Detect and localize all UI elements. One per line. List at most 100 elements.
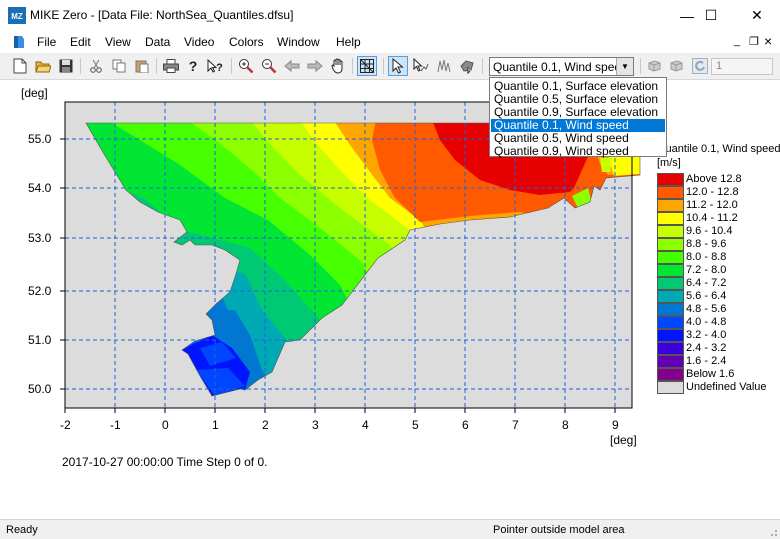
x-tick-label: 3 xyxy=(312,418,319,432)
mesh-toggle-button[interactable] xyxy=(357,56,377,76)
x-tick-label: 0 xyxy=(162,418,169,432)
open-folder-icon xyxy=(35,61,51,73)
legend-entry: 7.2 - 8.0 xyxy=(657,264,777,277)
printer-icon xyxy=(163,59,179,73)
legend-entry: 8.8 - 9.6 xyxy=(657,238,777,251)
point-series-button[interactable] xyxy=(411,56,431,76)
context-help-button[interactable]: ? xyxy=(205,56,225,76)
legend-swatch xyxy=(657,329,684,342)
item-option[interactable]: Quantile 0.9, Wind speed xyxy=(491,145,665,158)
zoom-in-button[interactable] xyxy=(236,56,256,76)
legend-label: 9.6 - 10.4 xyxy=(686,225,733,237)
legend-label: 8.0 - 8.8 xyxy=(686,251,727,263)
arrow-left-icon xyxy=(284,59,300,73)
document-icon xyxy=(14,36,24,48)
pan-hand-icon xyxy=(331,58,343,74)
svg-text:MZ: MZ xyxy=(11,12,23,21)
new-file-button[interactable] xyxy=(10,56,30,76)
x-tick-label: -2 xyxy=(60,418,71,432)
legend-swatch xyxy=(657,238,684,251)
time-step-input[interactable]: 1 xyxy=(711,58,773,75)
legend-label: 1.6 - 2.4 xyxy=(686,355,727,367)
mdi-minimize-button[interactable]: _ xyxy=(734,35,740,47)
legend-swatch xyxy=(657,212,684,225)
cube-back-icon xyxy=(648,60,661,72)
legend-unit: [m/s] xyxy=(657,157,681,169)
open-file-button[interactable] xyxy=(33,56,53,76)
y-tick-label: 55.0 xyxy=(28,132,52,146)
menu-file[interactable]: File xyxy=(37,35,56,49)
chevron-down-icon[interactable]: ▼ xyxy=(616,58,633,75)
mdi-restore-button[interactable]: ❐ xyxy=(749,35,759,48)
line-series-button[interactable] xyxy=(434,56,454,76)
legend-entry: 8.0 - 8.8 xyxy=(657,251,777,264)
toolbar-separator xyxy=(482,58,483,74)
menu-help[interactable]: Help xyxy=(336,35,361,49)
legend-swatch xyxy=(657,368,684,381)
item-selector-dropdown[interactable]: Quantile 0.1, Wind speed ▼ xyxy=(489,57,634,76)
x-tick-label: -1 xyxy=(110,418,121,432)
legend-label: 10.4 - 11.2 xyxy=(686,212,738,224)
legend-label: 4.8 - 5.6 xyxy=(686,303,727,315)
legend-entry: 12.0 - 12.8 xyxy=(657,186,777,199)
item-selector-list: Quantile 0.1, Surface elevation Quantile… xyxy=(489,77,667,158)
polygon-tool-button[interactable] xyxy=(457,56,477,76)
toolbar-separator xyxy=(156,58,157,74)
legend-label: 12.0 - 12.8 xyxy=(686,186,739,198)
pointer-arrow-icon xyxy=(392,58,404,74)
legend-swatch xyxy=(657,225,684,238)
close-button[interactable]: ✕ xyxy=(734,0,780,31)
mesh-grid-icon xyxy=(360,59,374,73)
save-disk-icon xyxy=(59,59,73,73)
x-tick-label: 9 xyxy=(612,418,619,432)
legend-label: 5.6 - 6.4 xyxy=(686,290,727,302)
x-tick-label: 1 xyxy=(212,418,219,432)
pan-button[interactable] xyxy=(328,56,348,76)
y-tick-label: 53.0 xyxy=(28,231,52,245)
print-button[interactable] xyxy=(161,56,181,76)
save-button[interactable] xyxy=(56,56,76,76)
zoom-out-button[interactable] xyxy=(259,56,279,76)
menu-colors[interactable]: Colors xyxy=(229,35,264,49)
legend-swatch xyxy=(657,381,684,394)
zoom-in-icon xyxy=(239,59,254,74)
zoom-out-icon xyxy=(262,59,277,74)
menu-view[interactable]: View xyxy=(105,35,131,49)
toolbar-separator xyxy=(80,58,81,74)
legend-entry: 4.8 - 5.6 xyxy=(657,303,777,316)
y-tick-label: 54.0 xyxy=(28,181,52,195)
cut-button[interactable] xyxy=(86,56,106,76)
x-tick-label: 4 xyxy=(362,418,369,432)
legend-title: Quantile 0.1, Wind speed xyxy=(657,143,780,155)
legend-label: Below 1.6 xyxy=(686,368,735,380)
status-ready: Ready xyxy=(6,524,38,536)
context-help-icon: ? xyxy=(207,59,223,73)
svg-text:?: ? xyxy=(189,59,198,73)
copy-button[interactable] xyxy=(109,56,129,76)
paste-button[interactable] xyxy=(132,56,152,76)
legend-swatch xyxy=(657,355,684,368)
resize-grip-icon[interactable] xyxy=(768,527,778,537)
zoom-previous-button[interactable] xyxy=(282,56,302,76)
polygon-tool-icon xyxy=(460,60,474,74)
legend-label: Undefined Value xyxy=(686,381,767,393)
zoom-next-button[interactable] xyxy=(305,56,325,76)
menu-window[interactable]: Window xyxy=(277,35,320,49)
y-tick-label: 50.0 xyxy=(28,382,52,396)
item-selector-value: Quantile 0.1, Wind speed xyxy=(493,60,618,74)
previous-frame-button[interactable] xyxy=(644,56,664,76)
pointer-tool-button[interactable] xyxy=(388,56,408,76)
help-question-icon: ? xyxy=(189,59,198,73)
next-frame-button[interactable] xyxy=(667,56,687,76)
legend-swatch xyxy=(657,316,684,329)
help-button[interactable]: ? xyxy=(183,56,203,76)
menu-video[interactable]: Video xyxy=(184,35,214,49)
refresh-button[interactable] xyxy=(690,56,710,76)
status-pointer-info: Pointer outside model area xyxy=(493,524,625,536)
scissors-icon xyxy=(90,59,102,73)
maximize-button[interactable]: ☐ xyxy=(688,0,734,31)
x-tick-label: 7 xyxy=(512,418,519,432)
menu-data[interactable]: Data xyxy=(145,35,170,49)
menu-edit[interactable]: Edit xyxy=(70,35,91,49)
mdi-close-button[interactable]: × xyxy=(764,33,772,49)
